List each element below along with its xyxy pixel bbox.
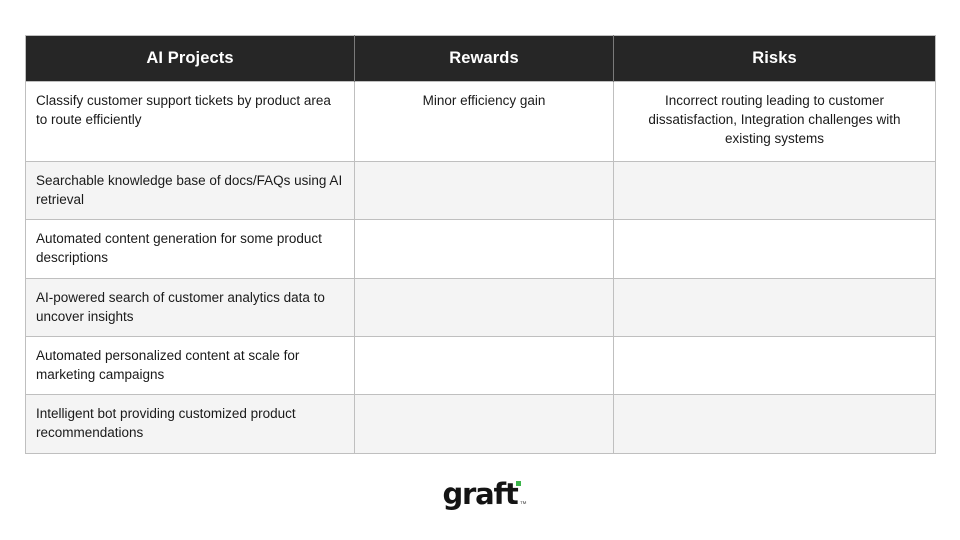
logo-inner: graft ™ (442, 477, 526, 511)
cell-reward (354, 277, 614, 337)
cell-text: Classify customer support tickets by pro… (36, 93, 331, 128)
cell-reward (354, 335, 614, 395)
cell-text: Incorrect routing leading to customer di… (648, 93, 901, 147)
cell-text (634, 346, 915, 347)
cell-text: AI-powered search of customer analytics … (36, 289, 325, 324)
cell-risk (613, 335, 936, 395)
table-row: Searchable knowledge base of docs/FAQs u… (25, 160, 936, 220)
table-row: Intelligent bot providing customized pro… (25, 394, 936, 454)
cell-risk (613, 277, 936, 337)
cell-text (634, 404, 915, 405)
cell-ai-project: Intelligent bot providing customized pro… (25, 394, 355, 454)
table-row: Automated personalized content at scale … (25, 335, 936, 395)
cell-risk (613, 219, 936, 279)
table-header-row: AI Projects Rewards Risks (25, 35, 936, 82)
cell-ai-project: Searchable knowledge base of docs/FAQs u… (25, 160, 355, 220)
cell-ai-project: Classify customer support tickets by pro… (25, 81, 355, 162)
cell-reward (354, 219, 614, 279)
cell-text: Automated content generation for some pr… (36, 231, 322, 266)
column-header-rewards: Rewards (354, 35, 614, 82)
cell-ai-project: Automated content generation for some pr… (25, 219, 355, 279)
ai-projects-risk-reward-table: AI Projects Rewards Risks Classify custo… (25, 35, 936, 454)
table-row: AI-powered search of customer analytics … (25, 277, 936, 337)
slide-canvas: AI Projects Rewards Risks Classify custo… (0, 0, 960, 540)
cell-ai-project: Automated personalized content at scale … (25, 335, 355, 395)
logo-accent-square-icon (515, 481, 521, 486)
cell-text (364, 288, 604, 289)
cell-text (634, 229, 915, 230)
cell-text (634, 171, 915, 172)
trademark-icon: ™ (519, 501, 527, 508)
cell-text (364, 346, 604, 347)
cell-reward (354, 160, 614, 220)
column-header-ai-projects: AI Projects (25, 35, 355, 82)
cell-text: Intelligent bot providing customized pro… (36, 406, 296, 441)
matrix-table-container: AI Projects Rewards Risks Classify custo… (25, 35, 936, 454)
cell-text (634, 288, 915, 289)
cell-risk: Incorrect routing leading to customer di… (613, 81, 936, 162)
cell-risk (613, 394, 936, 454)
logo-wordmark: graft (442, 477, 518, 511)
cell-text (364, 171, 604, 172)
table-body: Classify customer support tickets by pro… (25, 81, 936, 454)
cell-text (364, 229, 604, 230)
brand-logo: graft ™ (0, 478, 960, 518)
cell-text: Searchable knowledge base of docs/FAQs u… (36, 173, 343, 208)
cell-text (364, 404, 604, 405)
table-row: Automated content generation for some pr… (25, 219, 936, 279)
cell-text: Minor efficiency gain (422, 93, 546, 108)
table-row: Classify customer support tickets by pro… (25, 81, 936, 162)
cell-ai-project: AI-powered search of customer analytics … (25, 277, 355, 337)
column-header-risks: Risks (613, 35, 936, 82)
cell-reward: Minor efficiency gain (354, 81, 614, 162)
cell-risk (613, 160, 936, 220)
cell-reward (354, 394, 614, 454)
cell-text: Automated personalized content at scale … (36, 347, 300, 383)
table-header: AI Projects Rewards Risks (25, 35, 936, 82)
